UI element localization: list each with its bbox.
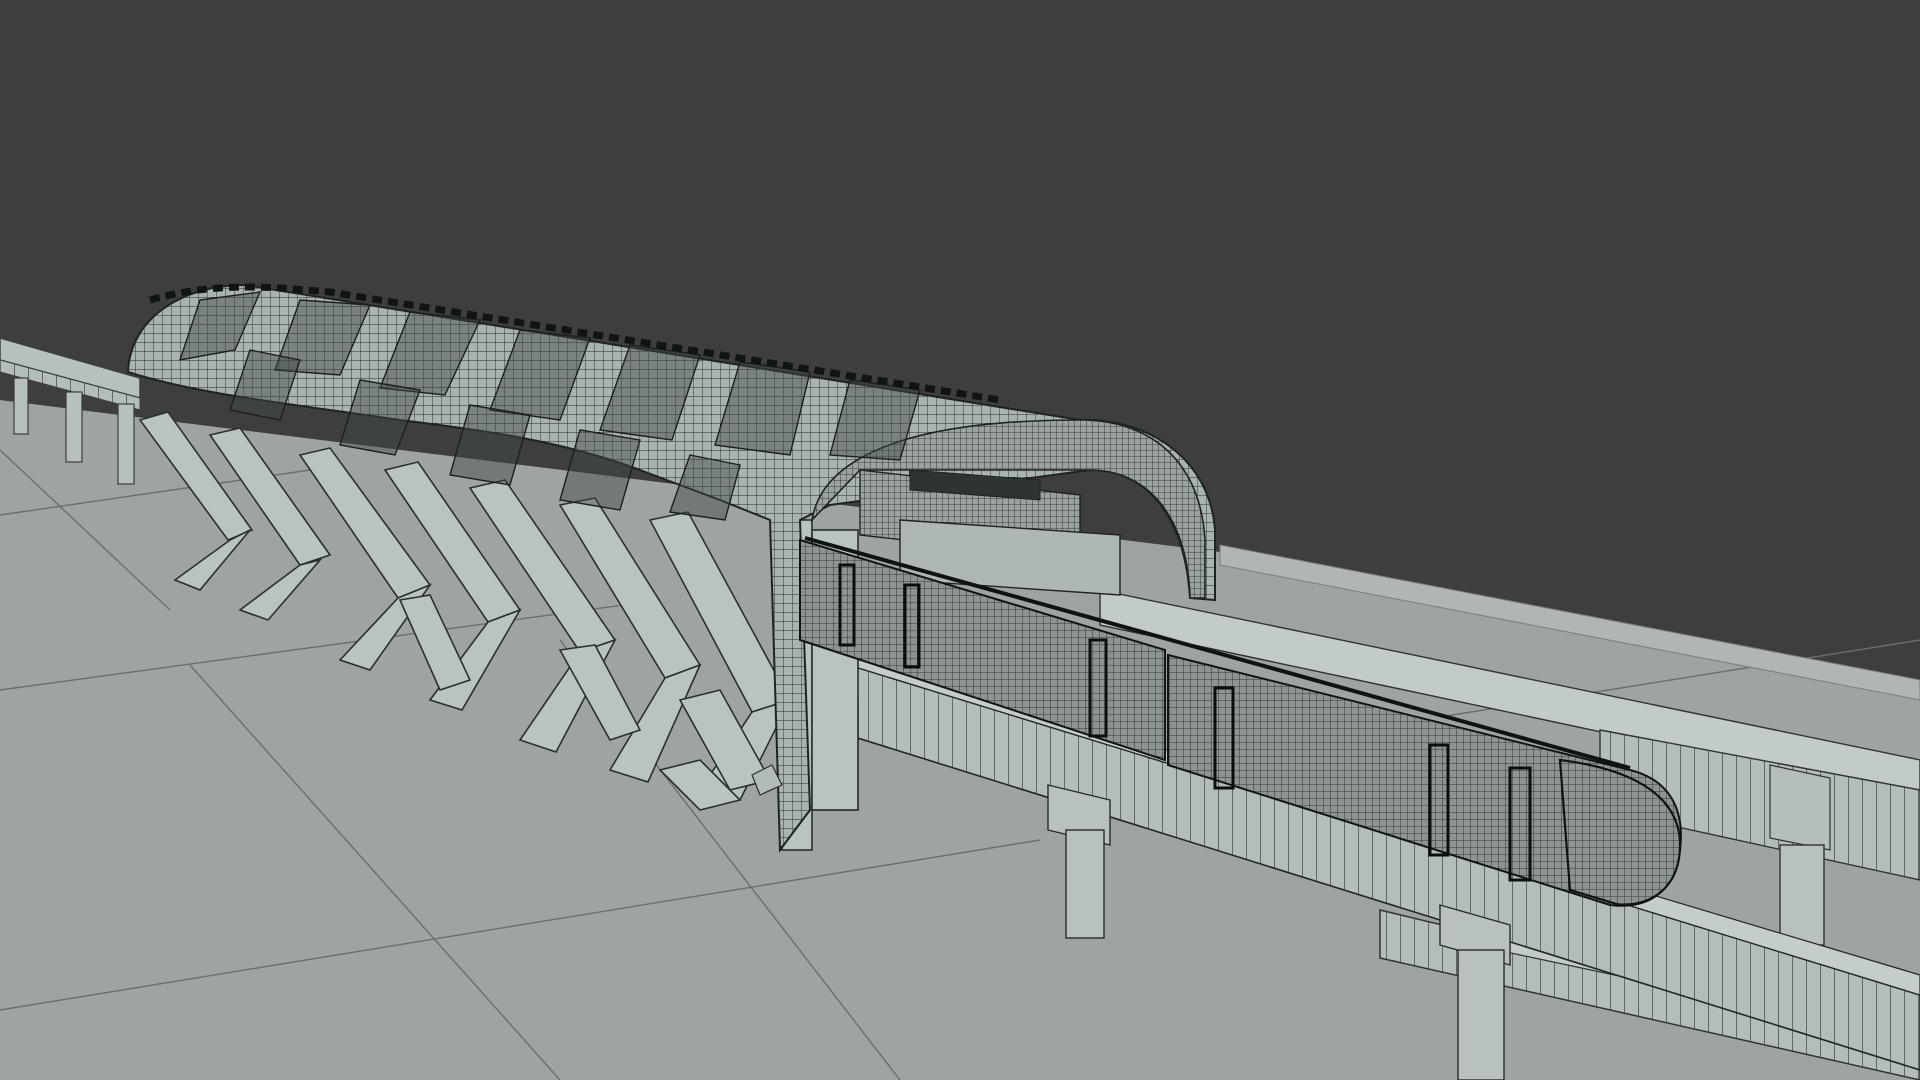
scene-render xyxy=(0,0,1920,1080)
3d-viewport[interactable] xyxy=(0,0,1920,1080)
